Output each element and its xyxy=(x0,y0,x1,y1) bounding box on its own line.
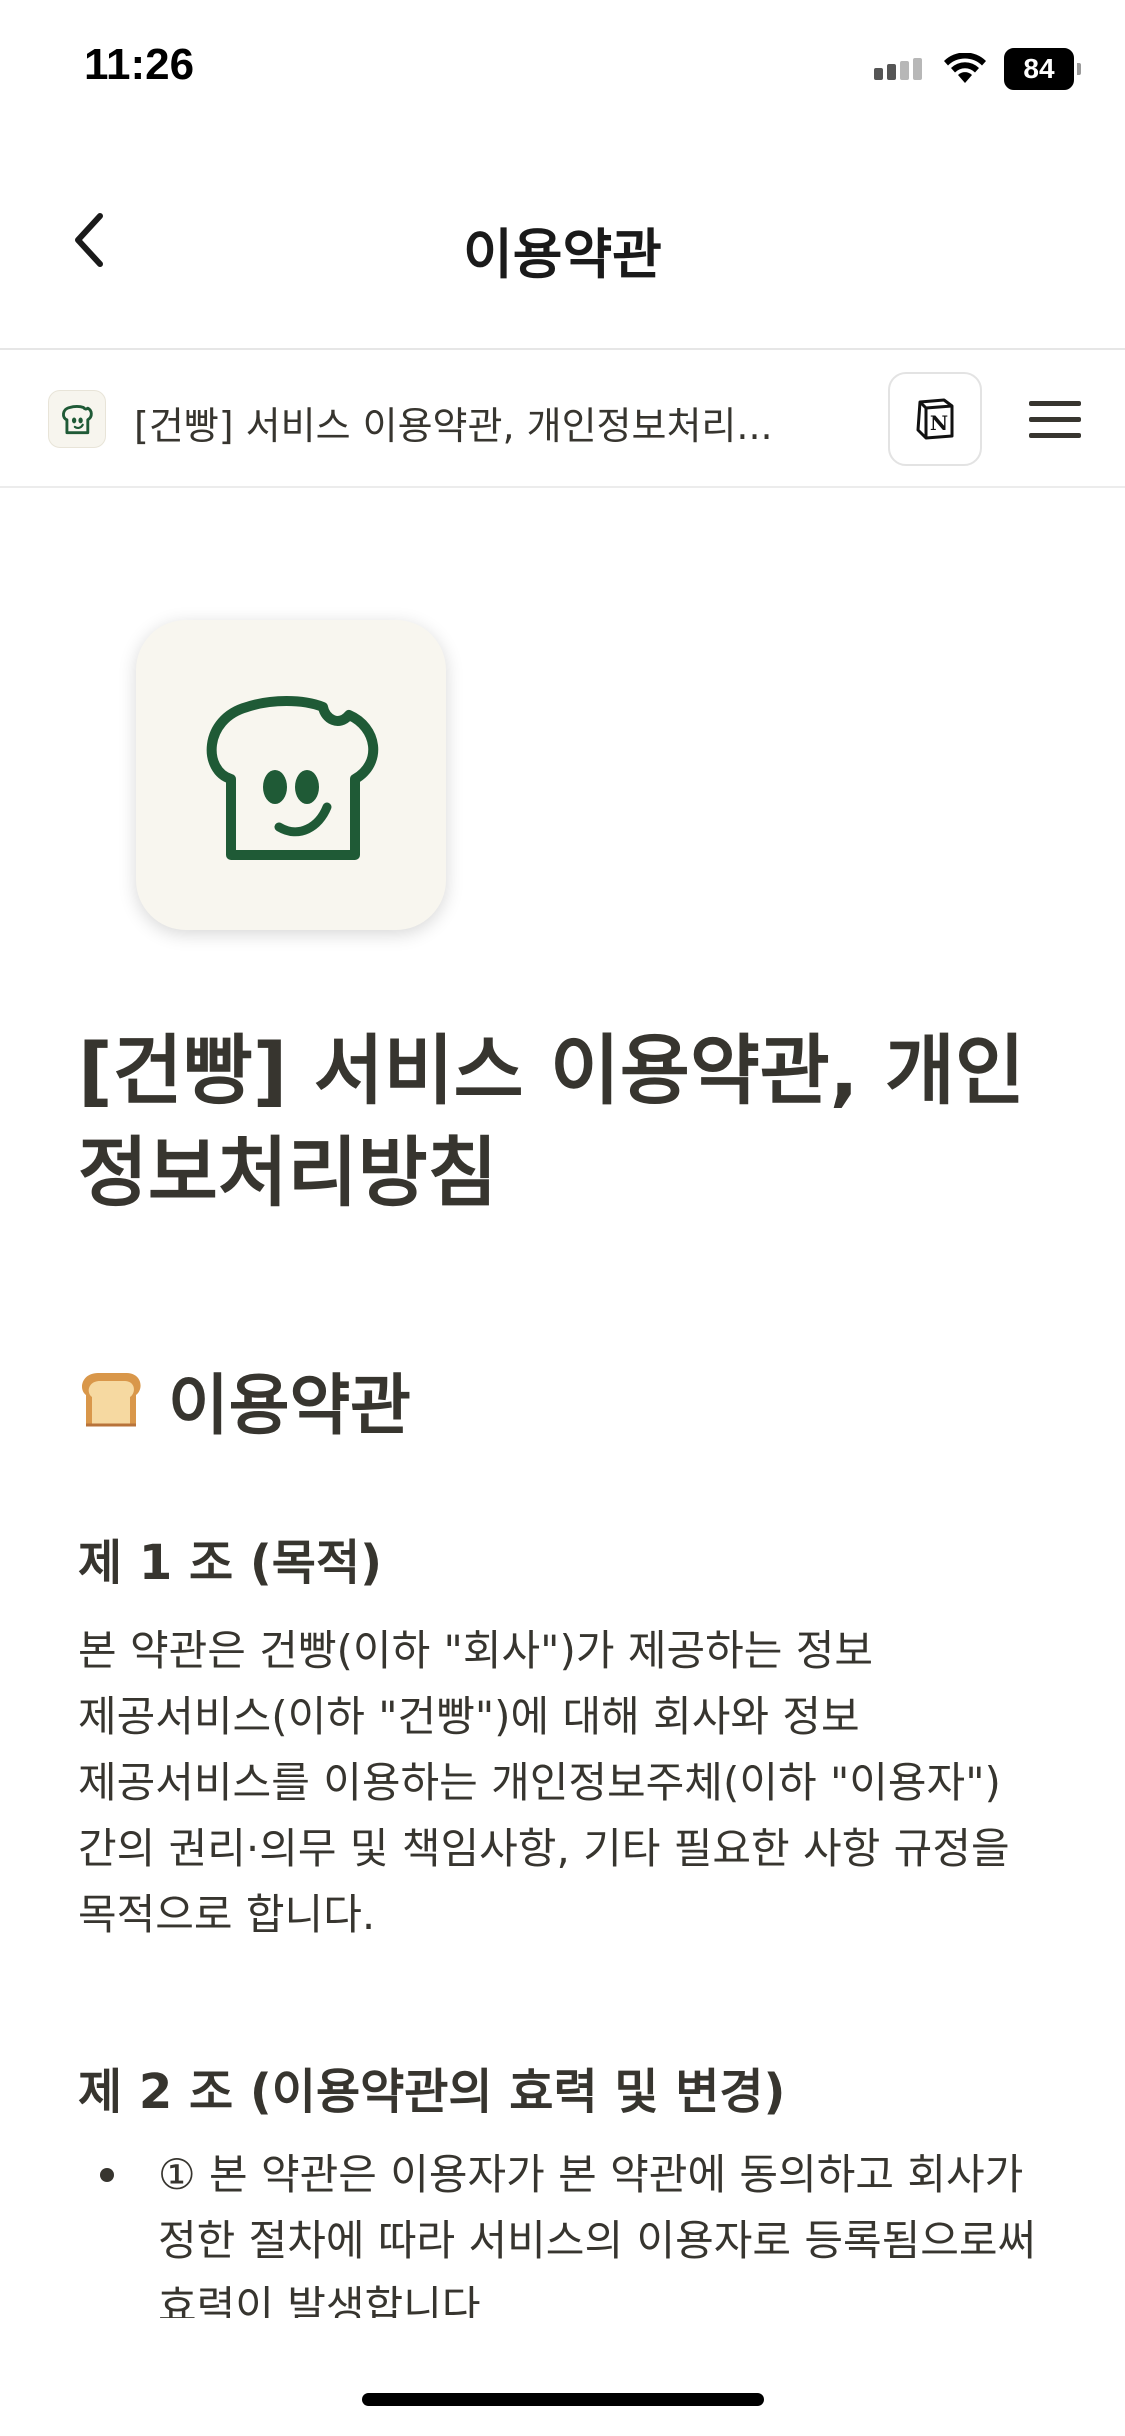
status-indicators: 84 xyxy=(874,46,1081,92)
battery-level: 84 xyxy=(1004,48,1074,90)
bread-face-icon xyxy=(62,404,93,435)
app-header: 이용약관 xyxy=(0,140,1125,350)
svg-text:N: N xyxy=(930,411,948,435)
status-time: 11:26 xyxy=(84,40,195,89)
wifi-icon xyxy=(944,53,986,83)
notion-toolbar: [건빵] 서비스 이용약관, 개인정보처리... N xyxy=(0,350,1125,488)
page-icon[interactable] xyxy=(48,390,106,448)
article-2-heading: 제 2 조 (이용약관의 효력 및 변경) xyxy=(78,2064,786,2120)
hamburger-menu-icon xyxy=(1029,400,1081,406)
list-item: ① 본 약관은 이용자가 본 약관에 동의하고 회사가 정한 절차에 따라 서비… xyxy=(100,2142,1060,2340)
menu-button[interactable] xyxy=(1022,386,1088,452)
article-1-body: 본 약관은 건빵(이하 "회사")가 제공하는 정보 제공서비스(이하 "건빵"… xyxy=(78,1626,1010,1939)
section-heading-text: 이용약관 xyxy=(168,1367,411,1444)
breadcrumb[interactable]: [건빵] 서비스 이용약관, 개인정보처리... xyxy=(134,395,794,450)
home-indicator[interactable] xyxy=(362,2393,764,2406)
page-cover-logo xyxy=(136,620,446,930)
battery-icon: 84 xyxy=(1004,48,1081,90)
cellular-signal-icon xyxy=(874,58,922,80)
open-in-notion-button[interactable]: N xyxy=(888,372,982,466)
bread-face-icon xyxy=(206,696,379,860)
section-heading: 이용약관 xyxy=(76,1352,411,1448)
list-item-text: ① 본 약관은 이용자가 본 약관에 동의하고 회사가 정한 절차에 따라 서비… xyxy=(158,2150,1037,2331)
bullet-icon xyxy=(100,2168,114,2182)
status-bar: 11:26 84 xyxy=(0,0,1125,140)
notion-logo-icon: N xyxy=(916,398,954,440)
article-1-heading: 제 1 조 (목적) xyxy=(78,1535,383,1591)
page-header-title: 이용약관 xyxy=(463,223,662,286)
bottom-safe-area xyxy=(0,2318,1125,2436)
page-title: [건빵] 서비스 이용약관, 개인정보처리방침 xyxy=(78,1026,1025,1217)
bread-emoji-icon xyxy=(82,1373,141,1427)
